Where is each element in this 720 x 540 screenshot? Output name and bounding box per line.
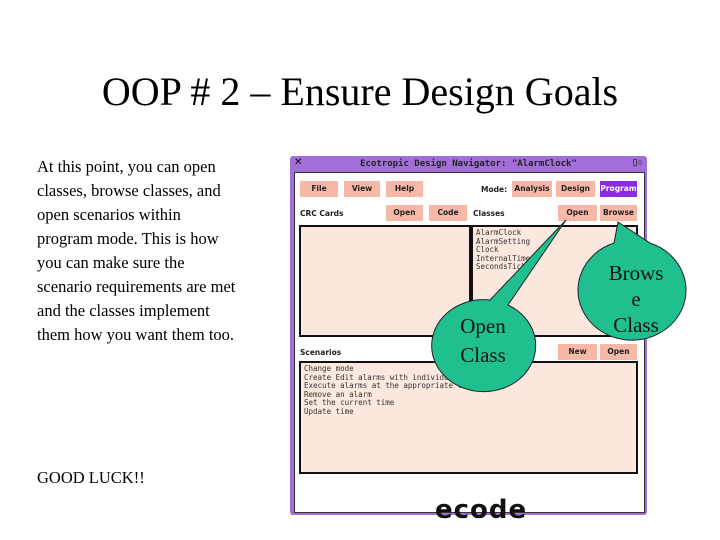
callout-text: e (631, 287, 641, 311)
callout-text: Brows (608, 261, 664, 285)
slide: OOP # 2 – Ensure Design Goals At this po… (0, 0, 720, 540)
callout-text: Class (460, 343, 506, 367)
callout-text: Class (613, 313, 659, 337)
scenario-open-button[interactable]: Open (600, 344, 637, 360)
open-class-callout: Open Class (433, 312, 533, 370)
callout-text: Open (460, 314, 506, 338)
browse-class-callout: Brows e Class (586, 260, 686, 338)
scenario-new-button[interactable]: New (558, 344, 597, 360)
